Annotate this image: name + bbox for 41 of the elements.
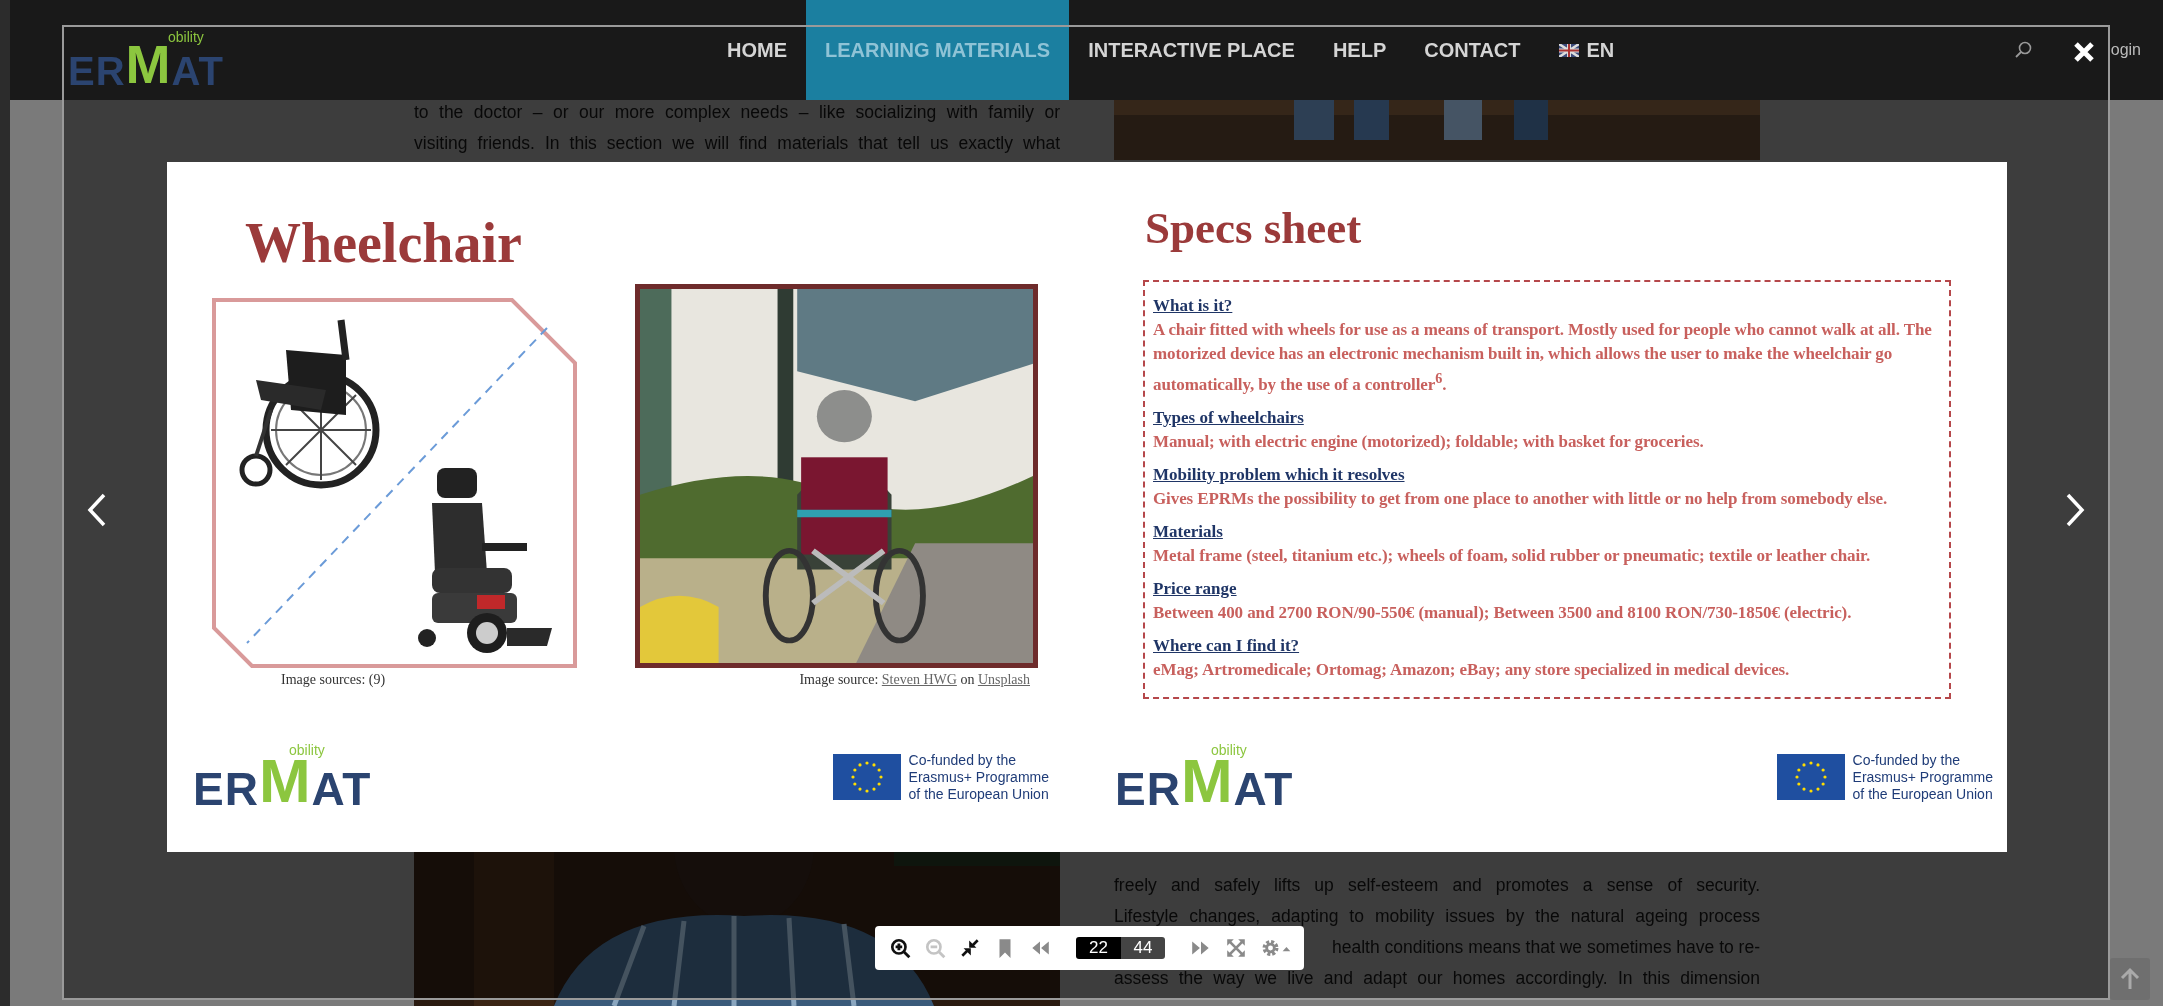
funding-note: Co-funded by the Erasmus+ Programme of the European Union [908,751,1049,803]
nav-link[interactable]: HELP [1313,0,1406,100]
page-number-field[interactable]: 22 [1076,937,1121,959]
section-text: A chair fitted with wheels for use as a means of transport. Mostly used for people who cannot walk at all. The motorized device has an electronic mechanism built in, which allows the user to make the wheelchair go automatically, by the use of a controller$^{6}$. [1153,319,1933,396]
ermat-logo: ERMobility AT [1115,742,1294,812]
funding-note: Co-funded by the Erasmus+ Programme of the European Union [1852,751,1993,803]
section-heading: What is it? [1153,295,1234,317]
section-text: Metal frame (steel, titanium etc.); wheels of foam, solid rubber or pneumatic; textile or leather chair. [1153,544,1872,567]
flag-icon [1558,43,1579,57]
page-count: 44 [1121,937,1165,959]
fullscreen-button[interactable] [1225,937,1247,959]
source-link[interactable]: Steven HWG [881,672,957,687]
source-link[interactable]: Unsplash [977,672,1030,687]
settings-button[interactable] [1260,937,1292,959]
section-text: eMag; Artromedicale; Ortomag; Amazon; eBay; any store specialized in medical devices. [1153,658,1791,681]
eu-flag-icon [1776,754,1845,800]
login-link[interactable]: ogin [2110,41,2141,59]
section-text: Between 400 and 2700 RON/90-550€ (manual); Between 3500 and 8100 RON/730-1850€ (electric). [1153,601,1853,624]
close-icon[interactable] [2072,40,2096,64]
eu-flag-icon [832,754,901,800]
arrow-up-icon [2119,967,2141,991]
image-caption: Image source: Steven HWG on Unsplash [799,672,1030,688]
zoom-in-button[interactable] [889,937,911,959]
language-menu[interactable]: EN [1539,0,1634,100]
scroll-to-top-button[interactable] [2110,958,2150,1000]
collapse-button[interactable] [959,937,981,959]
section-heading: Where can I find it? [1153,634,1301,657]
section-text: Manual; with electric engine (motorized); foldable; with basket for groceries. [1153,430,1705,453]
section-heading: Price range [1153,577,1238,600]
section-heading: Materials [1153,520,1224,543]
section-text: Gives EPRMs the possibility to get from one place to another with little or no help from somebody else. [1153,487,1889,510]
nav-link[interactable]: HOME [708,0,806,100]
nav-link[interactable]: INTERACTIVE PLACE [1069,0,1314,100]
slide-title: Wheelchair [245,212,523,274]
image-caption: Image sources: (9) [281,672,387,688]
ermat-logo: ERMobility AT [193,742,372,812]
section-heading: Types of wheelchairs [1153,406,1305,429]
section-heading: Mobility problem which it resolves [1153,463,1406,486]
nav-link[interactable]: CONTACT [1405,0,1540,100]
search-icon[interactable] [2014,41,2033,59]
slide-title: Specs sheet [1145,202,1363,255]
